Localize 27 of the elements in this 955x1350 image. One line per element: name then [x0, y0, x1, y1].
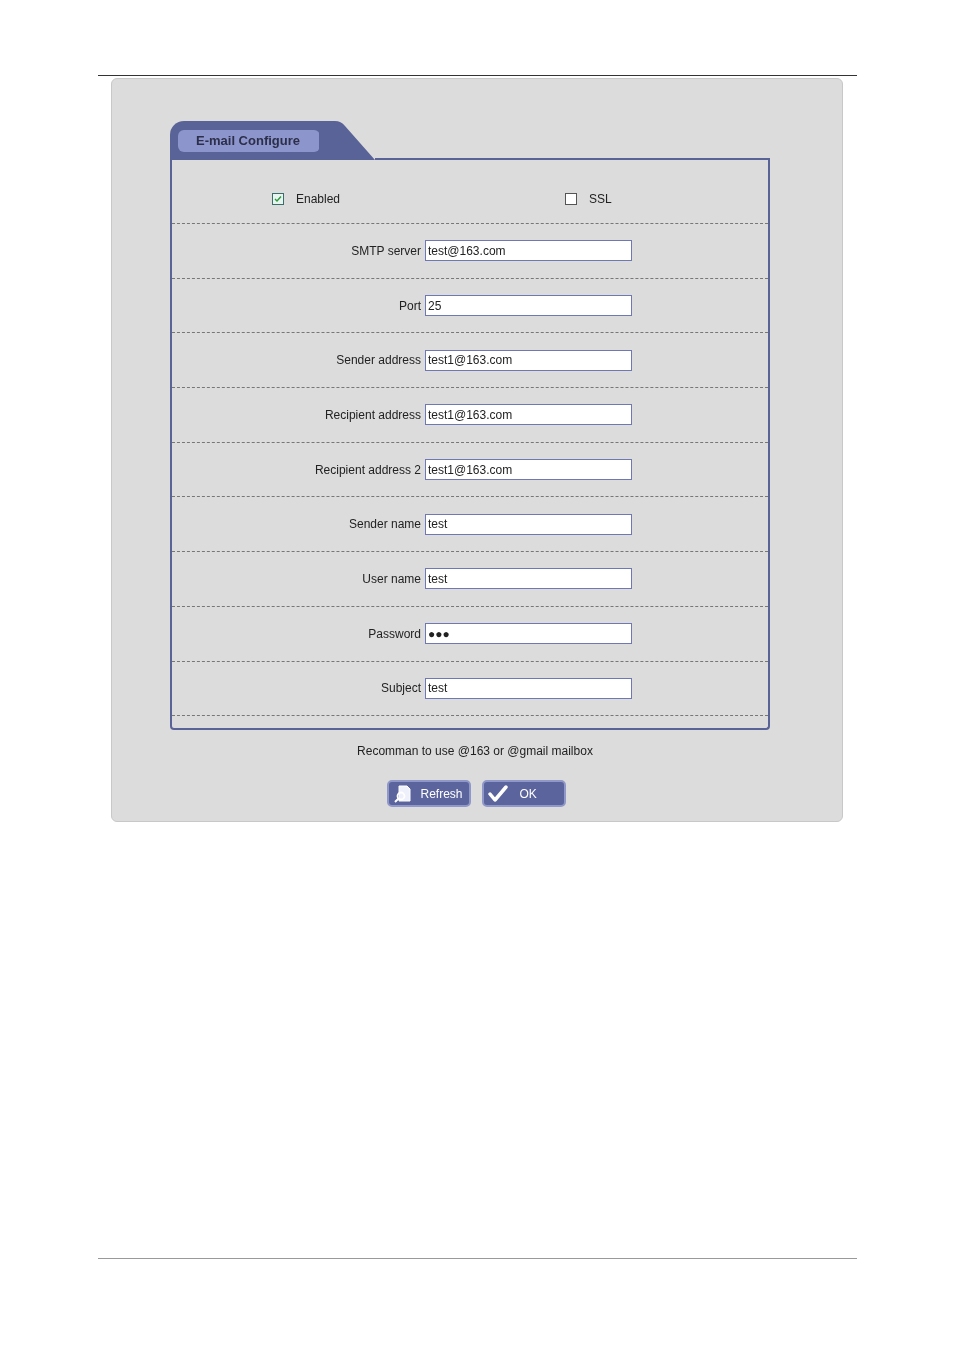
field-label: Recipient address 2 [314, 461, 421, 479]
checkbox[interactable] [272, 192, 284, 205]
option-label: SSL [589, 190, 612, 208]
input-field[interactable]: ●●● [425, 623, 632, 645]
input-field[interactable]: test1@163.com [425, 459, 632, 481]
document-search-icon [392, 783, 413, 804]
option-label: Enabled [296, 190, 341, 208]
field-label: Port [399, 297, 421, 315]
field-label: Sender address [336, 352, 421, 370]
field-label: Sender name [348, 516, 421, 534]
field-label: User name [362, 570, 421, 588]
field-label: Password [368, 625, 421, 643]
checkmark-icon [487, 784, 508, 803]
input-field[interactable]: test@163.com [425, 240, 632, 262]
refresh-button[interactable]: Refresh [386, 780, 471, 808]
input-field[interactable]: test1@163.com [425, 349, 632, 371]
input-field[interactable]: test [425, 677, 632, 699]
field-label: Subject [380, 680, 421, 698]
checkbox[interactable] [565, 192, 578, 205]
input-field[interactable]: 25 [425, 295, 632, 317]
field-label: Recipient address [324, 406, 421, 424]
input-field[interactable]: test [425, 568, 632, 590]
field-label: SMTP server [351, 242, 421, 260]
input-field[interactable]: test [425, 513, 632, 535]
ok-button[interactable]: OK [481, 780, 566, 808]
input-field[interactable]: test1@163.com [425, 404, 632, 426]
hint-text: Recomman to use @163 or @gmail mailbox [357, 743, 593, 761]
